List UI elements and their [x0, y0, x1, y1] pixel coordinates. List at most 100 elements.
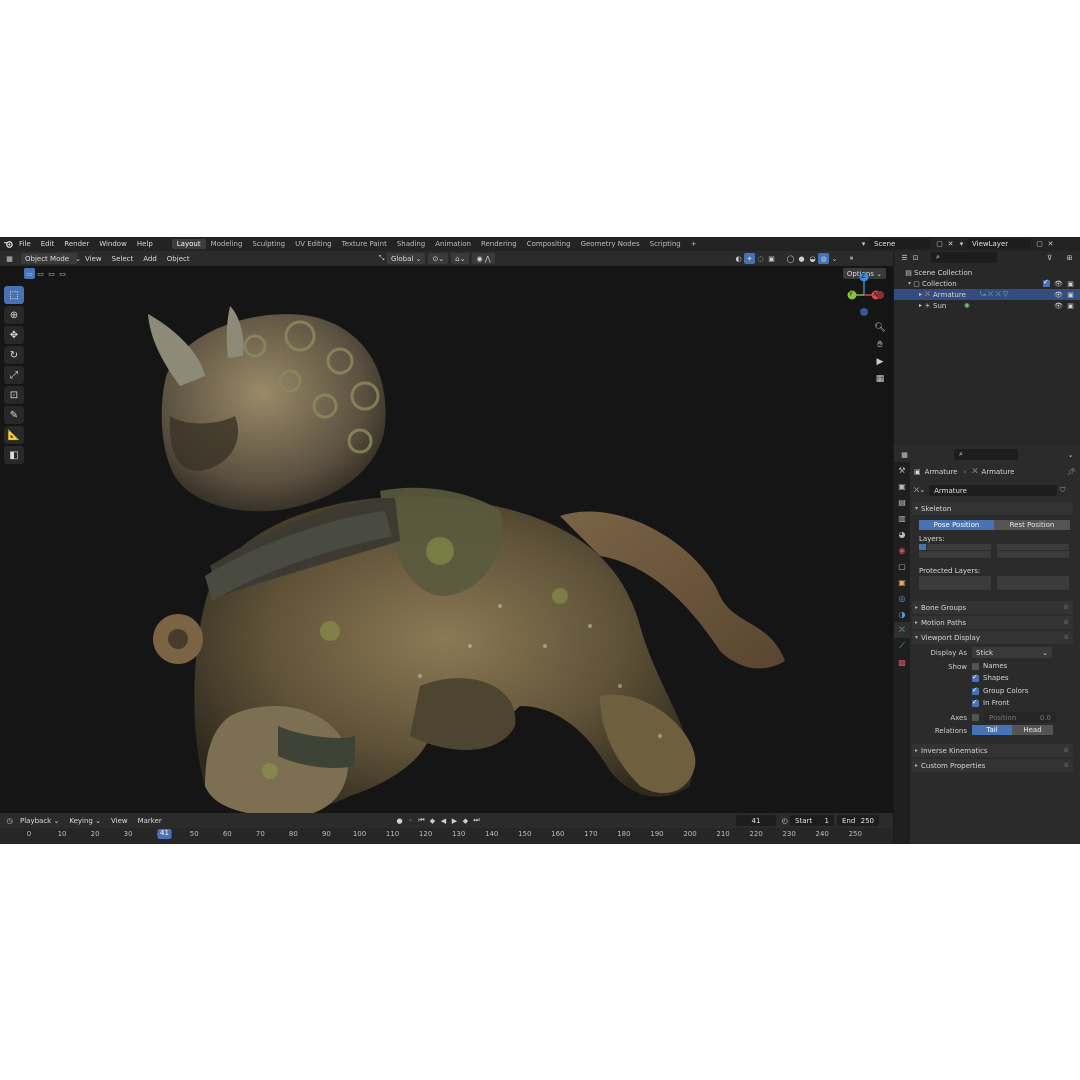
xray-toggle-icon[interactable]: ▣	[766, 253, 777, 264]
tab-geometry-nodes[interactable]: Geometry Nodes	[576, 239, 645, 249]
skeleton-panel-header[interactable]: ▾ Skeleton	[912, 502, 1073, 515]
relations-head-button[interactable]: Head	[1012, 725, 1053, 735]
view-layer-icon[interactable]: ▾	[956, 238, 967, 249]
frame-ruler[interactable]: 0102030405060708090100110120130140150160…	[0, 829, 893, 844]
tab-texture-paint[interactable]: Texture Paint	[337, 239, 392, 249]
record-keyframe-icon[interactable]: ●	[394, 815, 405, 826]
menu-add[interactable]: Add	[138, 255, 162, 263]
fake-user-icon[interactable]: ⛉	[1060, 486, 1065, 495]
gizmo-toggle-icon[interactable]: ✦	[744, 253, 755, 264]
pose-position-button[interactable]: Pose Position	[919, 520, 994, 530]
in-front-checkbox[interactable]	[972, 698, 979, 707]
physics-tab-icon[interactable]: ◑	[894, 606, 910, 622]
outliner-row-armature[interactable]: ▸ ⛌ Armature ⤿ ⛌ ⛌ ▽ 👁︎ ▣	[894, 289, 1080, 300]
show-in-front-row[interactable]: In Front	[972, 698, 1009, 707]
drag-handle-icon[interactable]: ⁞⁞	[1064, 634, 1068, 641]
display-mode-icon[interactable]: ⊡	[910, 252, 921, 263]
jump-start-icon[interactable]: ⏮	[416, 815, 427, 826]
scene-icon[interactable]: ▾	[858, 238, 869, 249]
bone-tab-icon[interactable]: ⟋	[894, 638, 910, 654]
move-tool[interactable]: ✥	[4, 326, 24, 344]
pin-icon[interactable]: 📌︎	[1067, 468, 1076, 476]
overlay-toggle-icon[interactable]: ◌	[755, 253, 766, 264]
shading-options-icon[interactable]: ⌄	[829, 253, 840, 264]
playhead-frame-indicator[interactable]: 41	[157, 829, 172, 839]
visibility-icon[interactable]: ◐	[733, 253, 744, 264]
tab-shading[interactable]: Shading	[392, 239, 430, 249]
editor-type-icon[interactable]: ▦	[4, 253, 15, 264]
camera-icon[interactable]: ▣	[1065, 278, 1076, 289]
measure-tool[interactable]: 📐	[4, 426, 24, 444]
collection-tab-icon[interactable]: ▢	[894, 558, 910, 574]
start-frame-field[interactable]: Start 1	[790, 815, 834, 826]
menu-window[interactable]: Window	[94, 240, 132, 248]
armature-name-field[interactable]: Armature	[929, 485, 1058, 496]
show-names-row[interactable]: Names	[972, 662, 1007, 670]
rest-position-button[interactable]: Rest Position	[994, 520, 1070, 530]
orientation-dropdown[interactable]: Global ⌄	[387, 253, 426, 264]
inverse-kinematics-panel-header[interactable]: ▸ Inverse Kinematics ⁞⁞	[912, 744, 1073, 757]
rotate-tool[interactable]: ↻	[4, 346, 24, 364]
outliner-editor-type-icon[interactable]: ☰	[899, 252, 910, 263]
tab-modeling[interactable]: Modeling	[206, 239, 248, 249]
protected-layer-block-left[interactable]	[919, 576, 991, 590]
pivot-point-button[interactable]: ⊙⌄	[428, 253, 449, 264]
timeline-editor-type-icon[interactable]: ◷	[4, 815, 15, 826]
viewport-display-panel-header[interactable]: ▾ Viewport Display ⁞⁞	[912, 631, 1073, 644]
scene-field[interactable]: Scene	[869, 238, 931, 249]
render-tab-icon[interactable]: ▣	[894, 478, 910, 494]
camera-icon[interactable]: ▣	[1065, 300, 1076, 311]
tab-uv-editing[interactable]: UV Editing	[290, 239, 337, 249]
protected-layer-block-right[interactable]	[997, 576, 1069, 590]
properties-search-input[interactable]: ⌕	[954, 449, 1018, 460]
remove-scene-icon[interactable]: ✕	[945, 238, 956, 249]
solid-shading-icon[interactable]: ●	[796, 253, 807, 264]
scene-tab-icon[interactable]: ◕	[894, 526, 910, 542]
next-keyframe-icon[interactable]: ◆	[460, 815, 471, 826]
tab-sculpting[interactable]: Sculpting	[247, 239, 290, 249]
camera-icon[interactable]: ▣	[1065, 289, 1076, 300]
tab-layout[interactable]: Layout	[171, 239, 206, 249]
wireframe-shading-icon[interactable]: ◯	[785, 253, 796, 264]
collection-include-checkbox[interactable]	[1043, 278, 1050, 287]
play-reverse-icon[interactable]: ◀	[438, 815, 449, 826]
stopwatch-icon[interactable]: ◴	[779, 815, 790, 826]
output-tab-icon[interactable]: ▤	[894, 494, 910, 510]
bone-layers-grid[interactable]	[919, 544, 1069, 558]
menu-file[interactable]: File	[14, 240, 36, 248]
show-group-colors-row[interactable]: Group Colors	[972, 686, 1028, 695]
annotate-tool[interactable]: ✎	[4, 406, 24, 424]
material-shading-icon[interactable]: ◒	[807, 253, 818, 264]
display-as-dropdown[interactable]: Stick ⌄	[972, 647, 1052, 658]
scale-tool[interactable]: ⤢	[4, 366, 24, 384]
menu-edit[interactable]: Edit	[36, 240, 60, 248]
navigation-gizmo[interactable]: Z Y X	[842, 272, 888, 318]
modifier-tab-icon[interactable]: ◎	[894, 590, 910, 606]
armature-data-icon[interactable]: ⛌⌄	[914, 486, 925, 495]
layer-block-left[interactable]	[919, 544, 991, 558]
blender-logo-icon[interactable]	[3, 239, 14, 250]
properties-options-icon[interactable]: ⌄	[1065, 449, 1076, 460]
tool-tab-icon[interactable]: ⚒	[894, 462, 910, 478]
motion-paths-panel-header[interactable]: ▸ Motion Paths ⁞⁞	[912, 616, 1073, 629]
shapes-checkbox[interactable]	[972, 673, 979, 682]
drag-handle-icon[interactable]: ⁞⁞	[1064, 604, 1068, 611]
drag-handle-icon[interactable]: ⁞⁞	[1064, 762, 1068, 769]
end-frame-field[interactable]: End 250	[837, 815, 879, 826]
object-tab-icon[interactable]: ▣	[894, 574, 910, 590]
object-mode-dropdown[interactable]: Object Mode ⌄	[21, 253, 81, 264]
new-scene-icon[interactable]: ▢	[934, 238, 945, 249]
group-colors-checkbox[interactable]	[972, 686, 979, 695]
add-workspace-button[interactable]: +	[686, 239, 702, 249]
show-shapes-row[interactable]: Shapes	[972, 673, 1009, 682]
new-view-layer-icon[interactable]: ▢	[1034, 238, 1045, 249]
view-layer-field[interactable]: ViewLayer	[967, 238, 1031, 249]
axes-position-field[interactable]: Position 0.0	[984, 712, 1056, 723]
filter-icon[interactable]: ⊽	[1044, 252, 1055, 263]
relations-tail-button[interactable]: Tail	[972, 725, 1012, 735]
armature-data-tab-icon[interactable]: ⛌	[894, 622, 910, 638]
texture-tab-icon[interactable]: ▩	[894, 654, 910, 670]
proportional-edit-button[interactable]: ◉ ⋀	[472, 253, 495, 264]
snap-button[interactable]: ⌂⌄	[451, 253, 470, 264]
play-icon[interactable]: ▶	[449, 815, 460, 826]
